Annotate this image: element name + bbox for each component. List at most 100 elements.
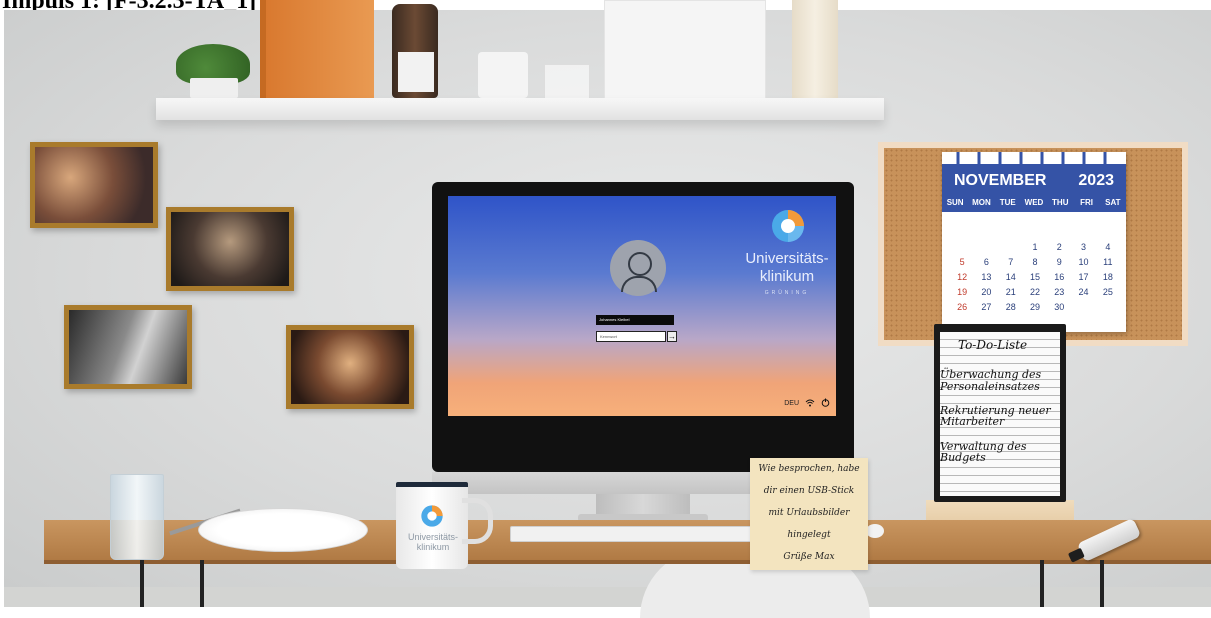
brand-name-line3: GRÜNING [764,290,810,296]
wall-shelf [156,98,884,120]
calendar-week: 26 27 28 29 30 [950,300,1120,315]
calendar-month: NOVEMBER [954,172,1047,189]
sticky-note-line: Wie besprochen, habe [758,464,860,474]
weekday-label: MON [972,198,991,207]
calendar-day: 1 [1032,242,1038,252]
weekday-label: WED [1024,198,1044,207]
language-indicator[interactable]: DEU [784,400,799,408]
desk-leg [200,560,204,607]
desk-leg [140,560,144,607]
klinikum-logo-icon [772,210,804,242]
calendar-day [999,240,1023,255]
calendar-day: 7 [1008,257,1014,267]
calendar-year: 2023 [1078,172,1114,189]
brand-name-line2: klinikum [759,268,815,285]
photo-frame-group-selfie[interactable] [30,142,158,228]
calendar-day: 16 [1054,272,1065,282]
wifi-icon[interactable] [805,399,815,410]
password-field[interactable]: Kennwort [596,331,666,342]
desk-leg [1100,560,1104,607]
calendar-day: 4 [1105,242,1111,252]
photo-street-art [69,310,187,384]
avatar-body [621,276,657,292]
calendar-day: 21 [1005,287,1016,297]
mug-text-line1: Universitäts- [407,532,458,542]
calendar-day: 30 [1054,302,1065,312]
sticky-note[interactable]: Wie besprochen, habe dir einen USB-Stick… [750,458,868,570]
todo-title: To-Do-Liste [958,338,1028,352]
photo-party [171,212,289,286]
calendar-day: 28 [1005,302,1016,312]
shelf-jar-label [398,52,434,92]
shelf-book [260,0,374,98]
desk-leg [1040,560,1044,607]
calendar-day: 9 [1056,257,1062,267]
water-glass [110,474,164,560]
photo-frame-toast[interactable] [286,325,414,409]
sticky-note-line: Grüße Max [783,552,835,562]
calendar-week: 1 2 3 4 [950,240,1120,255]
avatar-head [628,252,652,276]
calendar-week: 19 20 21 22 23 24 25 [950,285,1120,300]
calendar[interactable]: NOVEMBER 2023 SUN MON TUE WED THU FRI SA… [942,152,1126,332]
photo-frame-party[interactable] [166,207,294,291]
sticky-note-line: mit Urlaubsbilder [768,508,850,518]
floor [4,587,1211,607]
calendar-day: 18 [1102,272,1113,282]
calendar-day: 22 [1029,287,1040,297]
calendar-grid: 1 2 3 4 5 6 7 8 9 10 11 12 13 14 15 16 1… [950,240,1120,315]
mug-logo-icon [421,505,443,527]
calendar-day: 19 [957,287,968,297]
brand-name-line1: Universitäts- [745,250,829,267]
weekday-label: TUE [999,198,1016,207]
sticky-note-line: dir einen USB-Stick [763,486,855,496]
shelf-vase [792,0,838,98]
calendar-day: 3 [1081,242,1087,252]
photo-group-selfie [35,147,153,223]
sticky-note-line: hingelegt [787,530,831,540]
calendar-day [1096,300,1120,315]
user-avatar-icon [610,240,666,296]
calendar-day: 15 [1029,272,1040,282]
calendar-day: 26 [957,302,968,312]
todo-item-line: Mitarbeiter [940,415,1005,428]
calendar-day: 2 [1056,242,1062,252]
calendar-week: 5 6 7 8 9 10 11 [950,255,1120,270]
weekday-label: SAT [1105,198,1121,207]
calendar-day: 24 [1078,287,1089,297]
calendar-day: 14 [1005,272,1016,282]
calendar-day: 20 [981,287,992,297]
todo-item-line: Personaleinsatzes [940,380,1040,393]
weekday-label: THU [1052,198,1069,207]
shelf-picture-frame [604,0,766,100]
calendar-day: 6 [983,257,989,267]
calendar-day: 27 [981,302,992,312]
calendar-day: 17 [1078,272,1089,282]
calendar-day: 5 [959,257,965,267]
calendar-week: 12 13 14 15 16 17 18 [950,270,1120,285]
weekday-label: SUN [946,198,964,207]
calendar-day: 29 [1029,302,1040,312]
system-tray: DEU [784,398,830,410]
mouse[interactable] [866,524,884,538]
calendar-day [1071,300,1095,315]
keyboard[interactable] [510,526,752,542]
shelf-pen-cup [478,52,528,98]
power-icon[interactable] [821,398,830,410]
calendar-day: 11 [1103,257,1113,267]
mug-text-line2: klinikum [416,542,450,552]
weekday-label: FRI [1080,198,1093,207]
calendar-day: 23 [1054,287,1065,297]
calendar-day: 8 [1032,257,1038,267]
shelf-plant-pot [190,78,238,98]
username-field[interactable]: Johannes Kleibel [596,315,674,325]
photo-frame-street-art[interactable] [64,305,192,389]
arrow-right-icon[interactable]: → [667,331,677,342]
calendar-day [950,240,974,255]
calendar-day: 13 [981,272,992,282]
calendar-day: 25 [1102,287,1113,297]
todo-item-line: Überwachung des [940,368,1042,381]
calendar-day: 12 [957,272,968,282]
todo-item-line: Budgets [940,451,986,464]
login-screen: Johannes Kleibel Kennwort → Universitäts… [448,196,836,416]
